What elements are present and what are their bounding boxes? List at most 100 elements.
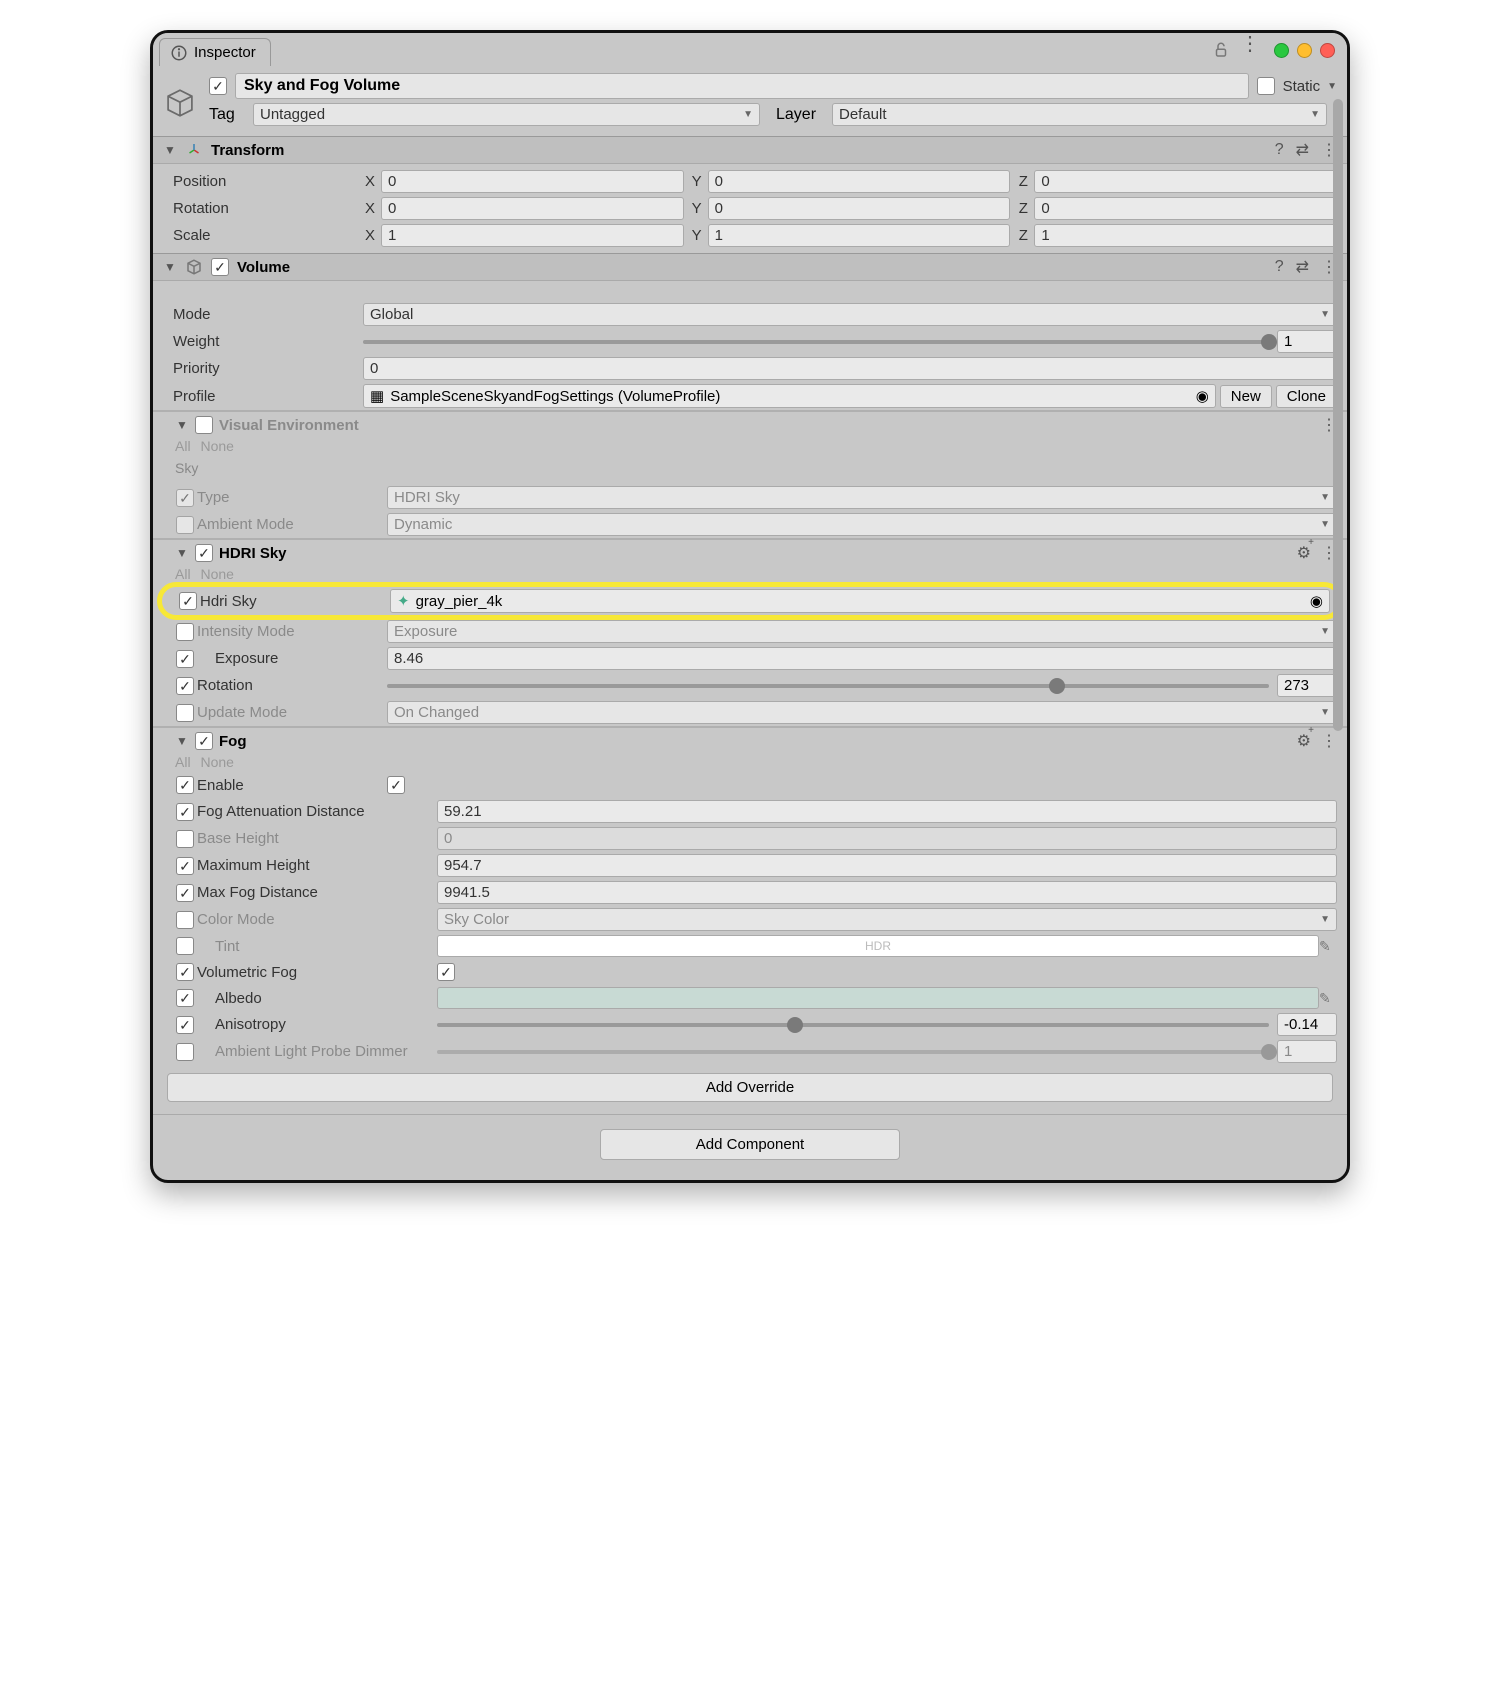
profile-field[interactable]: ▦ SampleSceneSkyandFogSettings (VolumePr… [363,384,1216,408]
pos-x-input[interactable]: 0 [381,170,684,193]
all-button[interactable]: All [175,754,191,770]
visual-env-enabled-checkbox[interactable] [195,416,213,434]
help-icon[interactable]: ? [1275,258,1284,276]
base-override-checkbox[interactable] [176,830,194,848]
profile-clone-button[interactable]: Clone [1276,385,1337,408]
fog-header[interactable]: ▼ Fog ⚙ ⋮ [153,727,1347,754]
maxdist-input[interactable]: 9941.5 [437,881,1337,904]
static-checkbox[interactable] [1257,77,1275,95]
preset-icon[interactable]: ⇄ [1296,140,1309,160]
hdri-sky-field[interactable]: ✦ gray_pier_4k ◉ [390,589,1330,613]
hdri-sky-override-checkbox[interactable] [179,592,197,610]
hdri-sky-header[interactable]: ▼ HDRI Sky ⚙ ⋮ [153,539,1347,566]
inspector-tab[interactable]: Inspector [159,38,271,66]
tint-label: Tint [197,938,437,955]
maxh-override-checkbox[interactable] [176,857,194,875]
component-icon [185,258,203,276]
pos-y-input[interactable]: 0 [708,170,1011,193]
enable-override-checkbox[interactable] [176,776,194,794]
exposure-override-checkbox[interactable] [176,650,194,668]
traffic-yellow[interactable] [1297,43,1312,58]
type-dropdown[interactable]: HDRI Sky▼ [387,486,1337,509]
gameobject-name-input[interactable]: Sky and Fog Volume [235,73,1249,99]
add-component-button[interactable]: Add Component [600,1129,900,1160]
help-icon[interactable]: ? [1275,141,1284,159]
rot-x-input[interactable]: 0 [381,197,684,220]
update-override-checkbox[interactable] [176,704,194,722]
volume-enabled-checkbox[interactable] [211,258,229,276]
chevron-down-icon: ▼ [1320,626,1330,637]
scrollbar[interactable] [1331,99,1345,1152]
mode-dropdown[interactable]: Global▼ [363,303,1337,326]
profile-new-button[interactable]: New [1220,385,1272,408]
albedo-override-checkbox[interactable] [176,989,194,1007]
none-button[interactable]: None [200,754,233,770]
preset-icon[interactable]: ⇄ [1296,257,1309,277]
intensity-override-checkbox[interactable] [176,623,194,641]
layer-dropdown[interactable]: Default▼ [832,103,1327,126]
aniso-value-input[interactable]: -0.14 [1277,1013,1337,1036]
hdri-title: HDRI Sky [219,545,1291,562]
all-button[interactable]: All [175,566,191,582]
none-button[interactable]: None [200,438,233,454]
tint-override-checkbox[interactable] [176,937,194,955]
rotation-override-checkbox[interactable] [176,677,194,695]
none-button[interactable]: None [200,566,233,582]
weight-value-input[interactable]: 1 [1277,330,1337,353]
aniso-override-checkbox[interactable] [176,1016,194,1034]
traffic-red[interactable] [1320,43,1335,58]
tint-color-field910[interactable]: HDR [437,935,1319,957]
albedo-color-field[interactable] [437,987,1319,1009]
priority-input[interactable]: 0 [363,357,1337,380]
ambient-override-checkbox[interactable] [176,516,194,534]
static-dropdown[interactable]: Static [1283,78,1337,95]
update-dropdown[interactable]: On Changed▼ [387,701,1337,724]
hdri-enabled-checkbox[interactable] [195,544,213,562]
exposure-input[interactable]: 8.46 [387,647,1337,670]
settings-plus-icon[interactable]: ⚙ [1297,543,1311,563]
settings-plus-icon[interactable]: ⚙ [1297,731,1311,751]
rotation-value-input[interactable]: 273 [1277,674,1337,697]
foldout-icon: ▼ [175,734,189,748]
scale-y-input[interactable]: 1 [708,224,1011,247]
colormode-override-checkbox[interactable] [176,911,194,929]
rotation-slider[interactable] [387,684,1269,688]
atten-input[interactable]: 59.21 [437,800,1337,823]
add-override-button[interactable]: Add Override [167,1073,1333,1102]
ambientdim-slider[interactable] [437,1050,1269,1054]
volfog-override-checkbox[interactable] [176,963,194,981]
inspector-tab-label: Inspector [194,44,256,61]
intensity-dropdown[interactable]: Exposure▼ [387,620,1337,643]
scale-z-input[interactable]: 1 [1034,224,1337,247]
ambient-dropdown[interactable]: Dynamic▼ [387,513,1337,536]
rot-y-input[interactable]: 0 [708,197,1011,220]
all-button[interactable]: All [175,438,191,454]
volfog-value-checkbox[interactable] [437,963,455,981]
aniso-slider[interactable] [437,1023,1269,1027]
ambientdim-override-checkbox[interactable] [176,1043,194,1061]
type-override-checkbox[interactable] [176,489,194,507]
traffic-green[interactable] [1274,43,1289,58]
base-input[interactable]: 0 [437,827,1337,850]
rot-z-input[interactable]: 0 [1034,197,1337,220]
object-picker-icon[interactable]: ◉ [1196,387,1209,405]
colormode-dropdown[interactable]: Sky Color▼ [437,908,1337,931]
visual-environment-header[interactable]: ▼ Visual Environment ⋮ [153,411,1347,438]
maxh-input[interactable]: 954.7 [437,854,1337,877]
scale-x-input[interactable]: 1 [381,224,684,247]
ambientdim-value-input[interactable]: 1 [1277,1040,1337,1063]
layer-label: Layer [776,106,826,124]
volume-header[interactable]: ▼ Volume ? ⇄ ⋮ [153,253,1347,281]
enable-value-checkbox[interactable] [387,776,405,794]
gameobject-icon [163,86,197,120]
fog-enabled-checkbox[interactable] [195,732,213,750]
weight-slider[interactable] [363,340,1269,344]
pos-z-input[interactable]: 0 [1034,170,1337,193]
object-picker-icon[interactable]: ◉ [1310,592,1323,610]
gameobject-enabled-checkbox[interactable] [209,77,227,95]
maxdist-override-checkbox[interactable] [176,884,194,902]
atten-override-checkbox[interactable] [176,803,194,821]
transform-header[interactable]: ▼ Transform ? ⇄ ⋮ [153,136,1347,164]
tag-dropdown[interactable]: Untagged▼ [253,103,760,126]
lock-icon[interactable] [1212,41,1230,59]
